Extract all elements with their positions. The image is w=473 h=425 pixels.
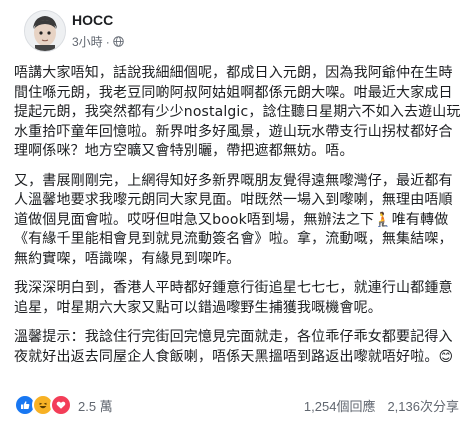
- post-paragraph: 唔講大家唔知，話說我細細個呢，都成日入元朗，因為我阿爺仲在生時間住喺元朗，我老豆…: [14, 65, 461, 159]
- facebook-post: HOCC 3小時 · 唔講大家唔知，話說我細細個呢，都成日入元朗，因為我阿爺仲在…: [0, 0, 473, 425]
- engagement-stats: 1,254個回應 2,136次分享: [304, 396, 459, 415]
- post-paragraph: 我深深明白到，香港人平時都好鍾意行街追星七七七，就連行山都鍾意追星，咁星期六大家…: [14, 280, 453, 316]
- reaction-count[interactable]: 2.5 萬: [78, 396, 113, 415]
- globe-icon: [112, 36, 124, 47]
- comments-count[interactable]: 1,254個回應: [304, 396, 376, 415]
- post-paragraph: 溫馨提示：我諗住行完街回完憶見完面就走，各位乖仔乖女都要記得入夜就好出返去同屋企…: [14, 329, 454, 365]
- reactions-summary[interactable]: 2.5 萬: [14, 394, 113, 416]
- post-body: 唔講大家唔知，話說我細細個呢，都成日入元朗，因為我阿爺仲在生時間住喺元朗，我老豆…: [14, 64, 462, 377]
- love-reaction-icon: [50, 394, 72, 416]
- author-avatar[interactable]: [24, 10, 66, 52]
- post-footer: 2.5 萬 1,254個回應 2,136次分享: [14, 392, 459, 418]
- post-header: HOCC 3小時 ·: [14, 0, 459, 60]
- author-name[interactable]: HOCC: [72, 12, 113, 28]
- shares-count[interactable]: 2,136次分享: [387, 396, 459, 415]
- post-time[interactable]: 3小時: [72, 33, 103, 50]
- avatar-image: [25, 11, 65, 51]
- post-meta: 3小時 ·: [72, 33, 124, 50]
- post-paragraph: 又，書展剛剛完，上網得知好多新界嘅朋友覺得遠無嚟灣仔，最近都有人溫馨地要求我嚟元…: [14, 172, 453, 267]
